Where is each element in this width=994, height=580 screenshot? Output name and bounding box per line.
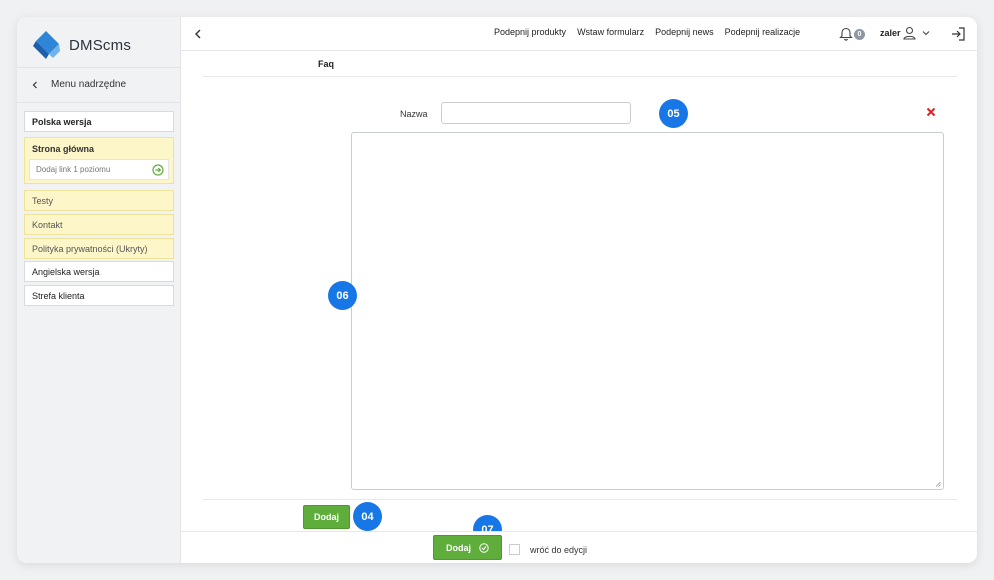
marker-06: 06 (328, 281, 357, 310)
link-podepnij-news[interactable]: Podepnij news (655, 27, 714, 37)
menu-parent-label: Menu nadrzędne (51, 79, 127, 90)
logo[interactable]: DMScms (32, 29, 131, 61)
name-input[interactable] (441, 102, 631, 124)
marker-05: 05 (659, 99, 688, 128)
app-window: DMScms Menu nadrzędne Polska wersja Stro… (17, 17, 977, 563)
marker-04: 04 (353, 502, 382, 531)
notification-badge: 0 (854, 29, 865, 40)
divider (203, 499, 957, 500)
sidebar-item-angielska-wersja[interactable]: Angielska wersja (24, 261, 174, 282)
check-circle-icon (479, 542, 489, 553)
sidebar-divider (17, 102, 181, 103)
user-icon[interactable] (903, 26, 916, 40)
sidebar-item-polityka[interactable]: Polityka prywatności (Ukryty) (24, 238, 174, 259)
section-title: Faq (318, 59, 335, 69)
main-content: Faq Nazwa 05 06 Dodaj 04 07 Dodaj wróć d… (181, 51, 977, 563)
sidebar: DMScms Menu nadrzędne Polska wersja Stro… (17, 17, 181, 563)
sidebar-item-label: Testy (32, 195, 54, 206)
sidebar-group-strona-glowna: Strona główna Dodaj link 1 poziomu (24, 137, 174, 184)
footer-add-button[interactable]: Dodaj (433, 535, 502, 560)
sidebar-item-label: Polska wersja (32, 116, 92, 127)
add-item-button[interactable]: Dodaj (303, 505, 350, 529)
return-to-edit-checkbox[interactable] (509, 544, 520, 555)
chevron-left-icon (32, 81, 37, 88)
sidebar-divider (17, 67, 181, 68)
sidebar-item-kontakt[interactable]: Kontakt (24, 214, 174, 235)
sidebar-item-testy[interactable]: Testy (24, 190, 174, 211)
user-name[interactable]: zaler (880, 28, 901, 38)
sidebar-item-label: Angielska wersja (32, 266, 100, 277)
sidebar-item-label: Strefa klienta (32, 290, 85, 301)
link-podepnij-produkty[interactable]: Podepnij produkty (494, 27, 566, 37)
footer-bar: Dodaj wróć do edycji (181, 531, 977, 563)
sidebar-item-label: Polityka prywatności (Ukryty) (32, 243, 148, 254)
close-icon[interactable] (926, 107, 936, 117)
link-podepnij-realizacje[interactable]: Podepnij realizacje (725, 27, 801, 37)
add-link-placeholder: Dodaj link 1 poziomu (36, 165, 111, 174)
sidebar-item-strefa-klienta[interactable]: Strefa klienta (24, 285, 174, 306)
sidebar-item-label: Kontakt (32, 219, 63, 230)
logout-icon[interactable] (951, 27, 965, 41)
name-label: Nazwa (400, 109, 428, 119)
dmscms-logo-icon (33, 31, 60, 59)
content-editor[interactable] (351, 132, 944, 490)
link-wstaw-formularz[interactable]: Wstaw formularz (577, 27, 644, 37)
sidebar-item-strona-glowna[interactable]: Strona główna (32, 144, 94, 154)
chevron-left-icon[interactable] (193, 28, 203, 40)
bell-icon[interactable] (839, 26, 853, 41)
arrow-right-circle-icon[interactable] (152, 164, 164, 176)
chevron-down-icon[interactable] (922, 30, 930, 36)
top-links: Podepnij produkty Wstaw formularz Podepn… (494, 27, 811, 37)
topbar: Podepnij produkty Wstaw formularz Podepn… (181, 17, 977, 51)
divider (203, 76, 957, 77)
logo-text: DMScms (69, 36, 132, 54)
sidebar-item-polska-wersja[interactable]: Polska wersja (24, 111, 174, 132)
add-link-input[interactable]: Dodaj link 1 poziomu (29, 159, 169, 180)
footer-add-label: Dodaj (445, 542, 471, 553)
resize-handle-icon[interactable] (935, 481, 941, 487)
menu-parent-link[interactable]: Menu nadrzędne (31, 79, 126, 90)
return-to-edit-label[interactable]: wróć do edycji (530, 545, 587, 555)
